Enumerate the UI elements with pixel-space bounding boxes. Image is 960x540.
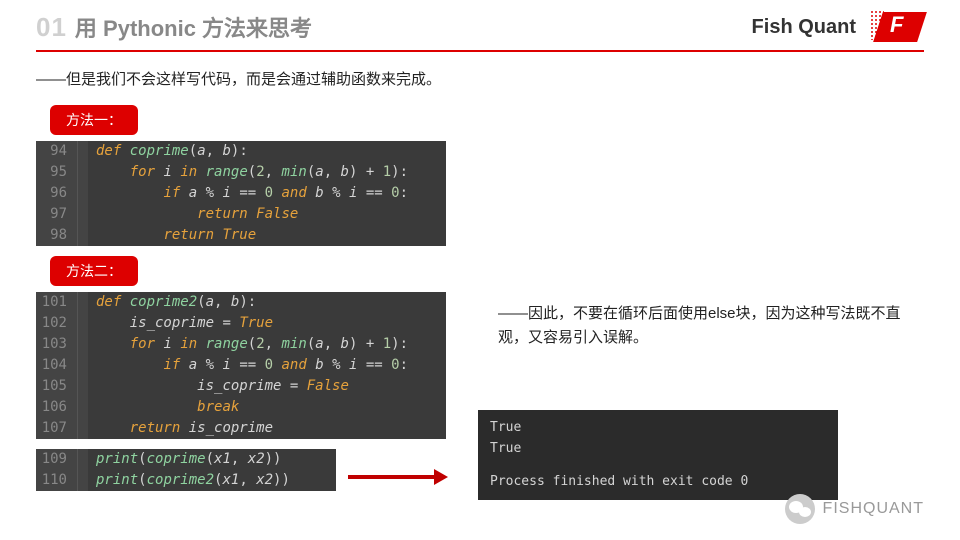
method1-tag: 方法一： [50,105,138,135]
slide-header: 01 用 Pythonic 方法来思考 Fish Quant F [0,0,960,50]
header-left: 01 用 Pythonic 方法来思考 [36,11,312,43]
output-block: True True Process finished with exit cod… [478,410,838,500]
brand-logo-icon: F [876,10,924,44]
header-right: Fish Quant F [752,10,924,44]
arrow-icon [348,472,448,482]
output-line: True [490,439,826,460]
output-line: Process finished with exit code 0 [490,472,826,493]
watermark-text: FISHQUANT [823,500,924,518]
watermark: FISHQUANT [785,494,924,524]
intro-text: ——但是我们不会这样写代码，而是会通过辅助函数来完成。 [36,68,924,89]
section-title: 用 Pythonic 方法来思考 [75,11,312,43]
code-block-1: 94def coprime(a, b):95 for i in range(2,… [36,141,446,246]
conclusion-text: ——因此，不要在循环后面使用else块，因为这种写法既不直观，又容易引入误解。 [478,302,924,350]
wechat-icon [785,494,815,524]
brand-name: Fish Quant [752,16,856,39]
code-block-print: 109print(coprime(x1, x2))110print(coprim… [36,449,336,491]
section-number: 01 [36,12,67,43]
method2-tag: 方法二： [50,256,138,286]
output-line: True [490,418,826,439]
code-block-2: 101def coprime2(a, b):102 is_coprime = T… [36,292,446,439]
slide-content: ——但是我们不会这样写代码，而是会通过辅助函数来完成。 方法一： 94def c… [0,52,960,500]
